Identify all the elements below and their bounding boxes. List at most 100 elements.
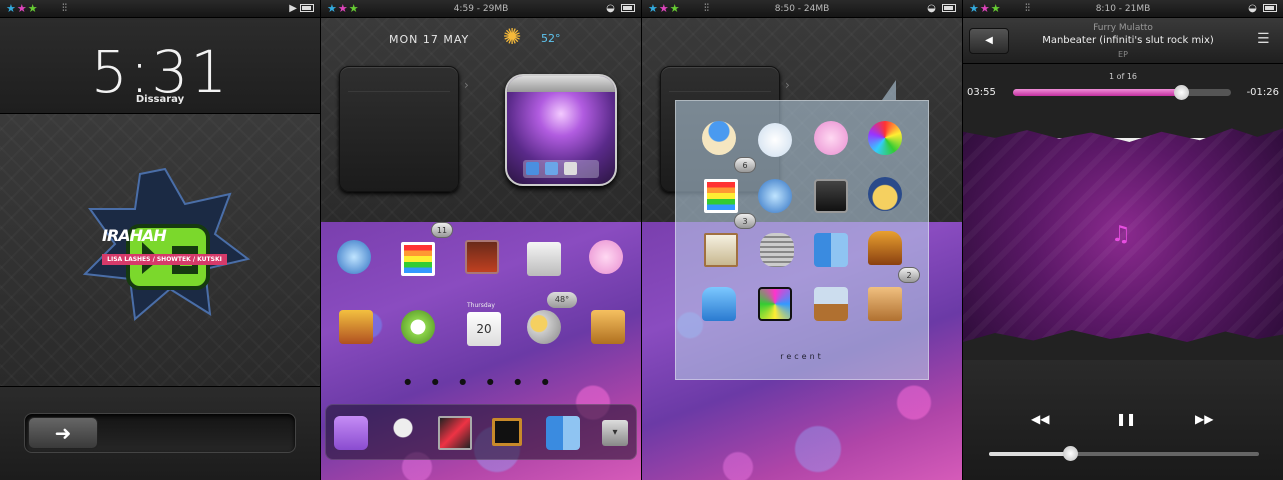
status-right: ◒ xyxy=(606,3,635,14)
recent-apps-panel: 6 3 2 recent xyxy=(675,100,929,380)
unlock-arrow-icon[interactable]: ➜ xyxy=(28,417,98,449)
fast-forward-icon[interactable]: ▶▶ xyxy=(1195,412,1213,426)
photos-stamp-icon[interactable] xyxy=(401,242,435,276)
notification-icon: ◒ xyxy=(606,3,615,14)
home-wallpaper: 11 Thursday 20 48° ● ● ● ● ● ● ▾ xyxy=(321,222,641,480)
jukebox-icon[interactable] xyxy=(868,231,902,265)
volume-fill xyxy=(989,452,1070,456)
notes-icon[interactable] xyxy=(334,416,368,450)
photo-app-icon[interactable] xyxy=(438,416,472,450)
play-icon: ▶ xyxy=(289,3,297,14)
page-indicator[interactable]: ● ● ● ● ● ● xyxy=(321,377,641,386)
track-list-icon[interactable]: ☰ xyxy=(1257,32,1273,46)
unlock-slider[interactable]: ➜ xyxy=(24,413,296,453)
calendar-day-label: Thursday xyxy=(467,302,495,309)
pause-icon[interactable]: ❚❚ xyxy=(1116,412,1136,426)
status-time-memory: 8:50 - 24MB xyxy=(774,4,830,14)
microphone-icon[interactable] xyxy=(386,416,420,450)
recent-label: recent xyxy=(780,352,824,361)
chevron-right-icon: › xyxy=(785,78,790,92)
mail-icon xyxy=(564,162,577,175)
status-time-memory: 4:59 - 29MB xyxy=(453,4,509,14)
song-title: Manbeater (infiniti's slut rock mix) xyxy=(1042,35,1214,46)
clock-area: 5:31 Dissaray xyxy=(0,18,320,114)
battery-icon xyxy=(300,4,314,12)
lock-subtitle: Dissaray xyxy=(135,94,185,105)
sun-cloud-icon: ✺ xyxy=(503,25,522,50)
notification-badge: 11 xyxy=(431,222,453,238)
cloud-download-icon[interactable] xyxy=(758,123,792,157)
track-count: 1 of 16 xyxy=(1108,72,1138,81)
twitter-bird-icon[interactable] xyxy=(702,121,736,155)
notification-icon: ◒ xyxy=(1248,3,1257,14)
color-wheel-icon[interactable] xyxy=(868,121,902,155)
clipboard-icon[interactable] xyxy=(704,233,738,267)
status-bar: ★★★ ⫶⫶ 8:10 - 21MB ◒ xyxy=(963,0,1283,18)
screen-preview[interactable] xyxy=(505,74,617,186)
status-bar: ★★★ 4:59 - 29MB ◒ xyxy=(321,0,641,18)
rewind-icon[interactable]: ◀◀ xyxy=(1031,412,1049,426)
folder-widget[interactable] xyxy=(339,66,459,192)
dock-expand-icon[interactable]: ▾ xyxy=(602,420,628,446)
back-button[interactable]: ◀ xyxy=(969,28,1009,54)
music-player-screen: ★★★ ⫶⫶ 8:10 - 21MB ◒ ◀ Furry Mulatto Man… xyxy=(963,0,1283,480)
artist-name: Furry Mulatto xyxy=(1093,23,1153,33)
paint-icon[interactable] xyxy=(758,287,792,321)
playback-controls: ◀◀ ❚❚ ▶▶ xyxy=(963,360,1283,480)
battery-icon xyxy=(1263,4,1277,12)
pirate-icon[interactable] xyxy=(868,177,902,211)
music-note-icon: ♫ xyxy=(1111,222,1131,247)
temperature-label: 52° xyxy=(541,32,561,45)
widget-area: MON 17 MAY ✺ 52° › xyxy=(321,18,641,222)
status-right: ◒ xyxy=(1248,3,1277,14)
messages-icon[interactable] xyxy=(814,121,848,155)
logo-band: LISA LASHES / SHOWTEK / KUTSKI xyxy=(102,254,227,265)
contacts-icon[interactable] xyxy=(527,242,561,276)
logo-text: IRAHAH xyxy=(102,226,167,245)
photo-booth-icon[interactable] xyxy=(465,240,499,274)
progress-knob[interactable] xyxy=(1173,85,1189,100)
scrubber-area: 1 of 16 03:55 -01:26 xyxy=(963,64,1283,108)
progress-fill xyxy=(1013,89,1181,96)
album-logo: IRAHAH LISA LASHES / SHOWTEK / KUTSKI xyxy=(80,164,251,324)
progress-bar[interactable] xyxy=(1013,85,1231,100)
safari-icon[interactable] xyxy=(758,179,792,213)
chevron-right-icon: › xyxy=(464,78,469,92)
status-time-memory: 8:10 - 21MB xyxy=(1095,4,1151,14)
chair-icon[interactable] xyxy=(702,287,736,321)
ship-icon[interactable] xyxy=(814,287,848,321)
photo-viewer-icon[interactable] xyxy=(814,179,848,213)
safari-icon[interactable] xyxy=(337,240,371,274)
stars-icon: ★★★ xyxy=(6,2,39,15)
calendar-icon[interactable]: 20 xyxy=(467,312,501,346)
toolbox-icon[interactable] xyxy=(591,310,625,344)
battery-icon xyxy=(621,4,635,12)
photos-stamp-icon[interactable] xyxy=(704,179,738,213)
notification-badge: 6 xyxy=(734,157,756,173)
recent-apps-screen: ★★★ ⫶⫶ 8:50 - 24MB ◒ › 6 3 2 recent xyxy=(642,0,962,480)
finder-icon[interactable] xyxy=(546,416,580,450)
archive-box-icon[interactable] xyxy=(868,287,902,321)
back-arrow-icon: ◀ xyxy=(985,35,993,46)
messages-icon[interactable] xyxy=(589,240,623,274)
album-name: EP xyxy=(1118,50,1128,59)
notification-icon: ◒ xyxy=(927,3,936,14)
clock-icon[interactable] xyxy=(401,310,435,344)
birthday-cake-icon[interactable] xyxy=(339,310,373,344)
volume-slider[interactable] xyxy=(989,446,1259,461)
elapsed-time: 03:55 xyxy=(967,87,996,98)
finder-icon[interactable] xyxy=(814,233,848,267)
finder-icon xyxy=(526,162,539,175)
overlay-pointer xyxy=(882,80,896,100)
status-right: ▶ xyxy=(289,3,314,14)
volume-knob[interactable] xyxy=(1063,446,1078,461)
preview-header xyxy=(507,76,615,92)
terminal-icon[interactable] xyxy=(492,418,522,446)
battery-icon xyxy=(942,4,956,12)
weather-icon[interactable] xyxy=(527,310,561,344)
microphone-icon[interactable] xyxy=(760,233,794,267)
appstore-icon xyxy=(545,162,558,175)
now-playing-header: ◀ Furry Mulatto Manbeater (infiniti's sl… xyxy=(963,18,1283,64)
remaining-time: -01:26 xyxy=(1246,87,1279,98)
lock-wallpaper: IRAHAH LISA LASHES / SHOWTEK / KUTSKI xyxy=(0,114,320,386)
